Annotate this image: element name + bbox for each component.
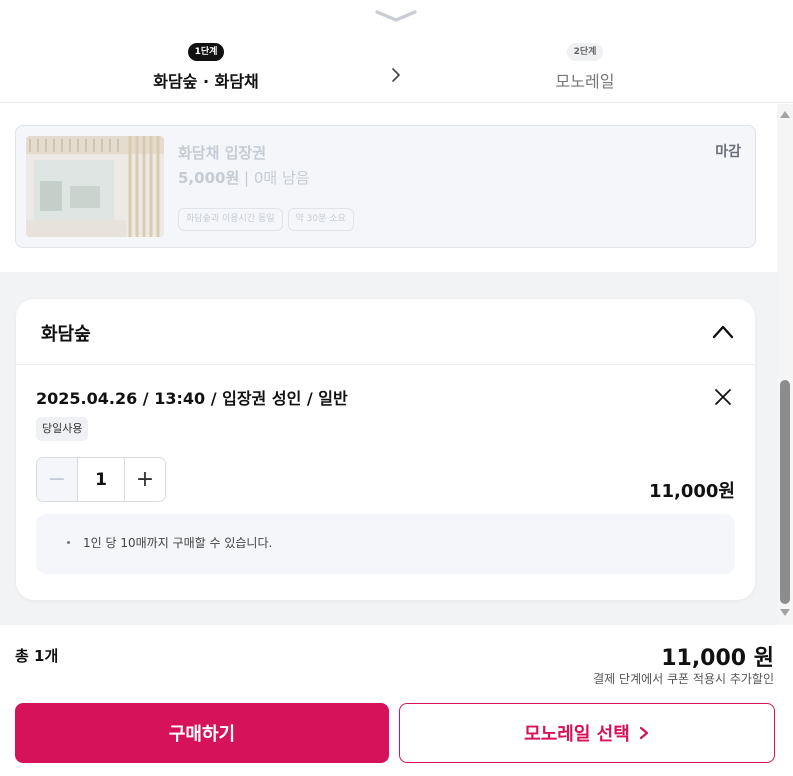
step-2-badge: 2단계 bbox=[566, 43, 604, 61]
step-1-badge: 1단계 bbox=[187, 43, 225, 61]
increase-quantity-button[interactable]: + bbox=[125, 458, 165, 501]
total-price: 11,000 원 bbox=[661, 646, 774, 671]
scroll-down-arrow[interactable] bbox=[780, 609, 790, 616]
ticket-tag: 약 30분 소요 bbox=[287, 208, 354, 231]
chevron-down-icon bbox=[375, 10, 417, 22]
selection-card-header[interactable]: 화담숲 bbox=[16, 299, 755, 365]
coupon-note: 결제 단계에서 쿠폰 적용시 추가할인 bbox=[593, 672, 774, 686]
buy-button-label: 구매하기 bbox=[168, 724, 236, 745]
ticket-tag: 화담숲과 이용시간 동일 bbox=[178, 208, 283, 231]
step-1-label: 화담숲 · 화담채 bbox=[153, 72, 259, 91]
bullet-dot bbox=[67, 541, 70, 544]
ticket-thumbnail bbox=[26, 136, 164, 237]
order-footer: 총 1개 11,000 원 결제 단계에서 쿠폰 적용시 추가할인 구매하기 모… bbox=[0, 625, 793, 776]
ticket-remaining: 0매 남음 bbox=[253, 169, 310, 187]
ticket-price-separator: | bbox=[239, 169, 254, 187]
decrease-quantity-button[interactable]: − bbox=[37, 458, 77, 501]
step-1[interactable]: 1단계 화담숲 · 화담채 bbox=[96, 39, 316, 92]
quantity-stepper: − 1 + bbox=[36, 457, 166, 502]
line-price: 11,000원 bbox=[648, 481, 735, 502]
notice-text: 1인 당 10매까지 구매할 수 있습니다. bbox=[83, 536, 273, 550]
total-count: 총 1개 bbox=[15, 647, 59, 665]
purchase-limit-notice: 1인 당 10매까지 구매할 수 있습니다. bbox=[36, 514, 735, 574]
chevron-right-icon bbox=[639, 726, 648, 740]
close-icon[interactable] bbox=[713, 387, 733, 407]
selection-card: 화담숲 2025.04.26 / 13:40 / 입장권 성인 / 일반 당일사… bbox=[16, 299, 755, 600]
selected-item-detail: 2025.04.26 / 13:40 / 입장권 성인 / 일반 bbox=[36, 389, 348, 408]
ticket-price-line: 5,000원 | 0매 남음 bbox=[178, 167, 310, 188]
quantity-value: 1 bbox=[77, 458, 125, 501]
scroll-up-arrow[interactable] bbox=[780, 111, 790, 118]
sheet-handle[interactable] bbox=[373, 8, 419, 26]
chevron-right-icon bbox=[392, 68, 400, 82]
ticket-tags: 화담숲과 이용시간 동일 약 30분 소요 bbox=[178, 208, 354, 231]
step-header: 1단계 화담숲 · 화담채 2단계 모노레일 bbox=[0, 0, 793, 103]
ticket-card-sold-out: 화담채 입장권 5,000원 | 0매 남음 화담숲과 이용시간 동일 약 30… bbox=[15, 125, 756, 248]
step-2[interactable]: 2단계 모노레일 bbox=[475, 39, 695, 92]
buy-button[interactable]: 구매하기 bbox=[15, 703, 389, 763]
selection-title: 화담숲 bbox=[41, 324, 91, 345]
vertical-scrollbar[interactable] bbox=[777, 104, 793, 625]
chevron-up-icon[interactable] bbox=[711, 321, 735, 343]
monorail-button-label: 모노레일 선택 bbox=[524, 724, 630, 745]
select-monorail-button[interactable]: 모노레일 선택 bbox=[399, 703, 775, 763]
scrollbar-thumb[interactable] bbox=[780, 380, 790, 604]
step-2-label: 모노레일 bbox=[555, 72, 615, 91]
ticket-price: 5,000원 bbox=[178, 169, 240, 187]
ticket-list: 화담채 입장권 5,000원 | 0매 남음 화담숲과 이용시간 동일 약 30… bbox=[0, 104, 777, 272]
sold-out-label: 마감 bbox=[715, 144, 741, 160]
content-scroll-area: 화담채 입장권 5,000원 | 0매 남음 화담숲과 이용시간 동일 약 30… bbox=[0, 104, 777, 625]
same-day-badge: 당일사용 bbox=[36, 417, 89, 441]
ticket-name: 화담채 입장권 bbox=[178, 144, 267, 162]
